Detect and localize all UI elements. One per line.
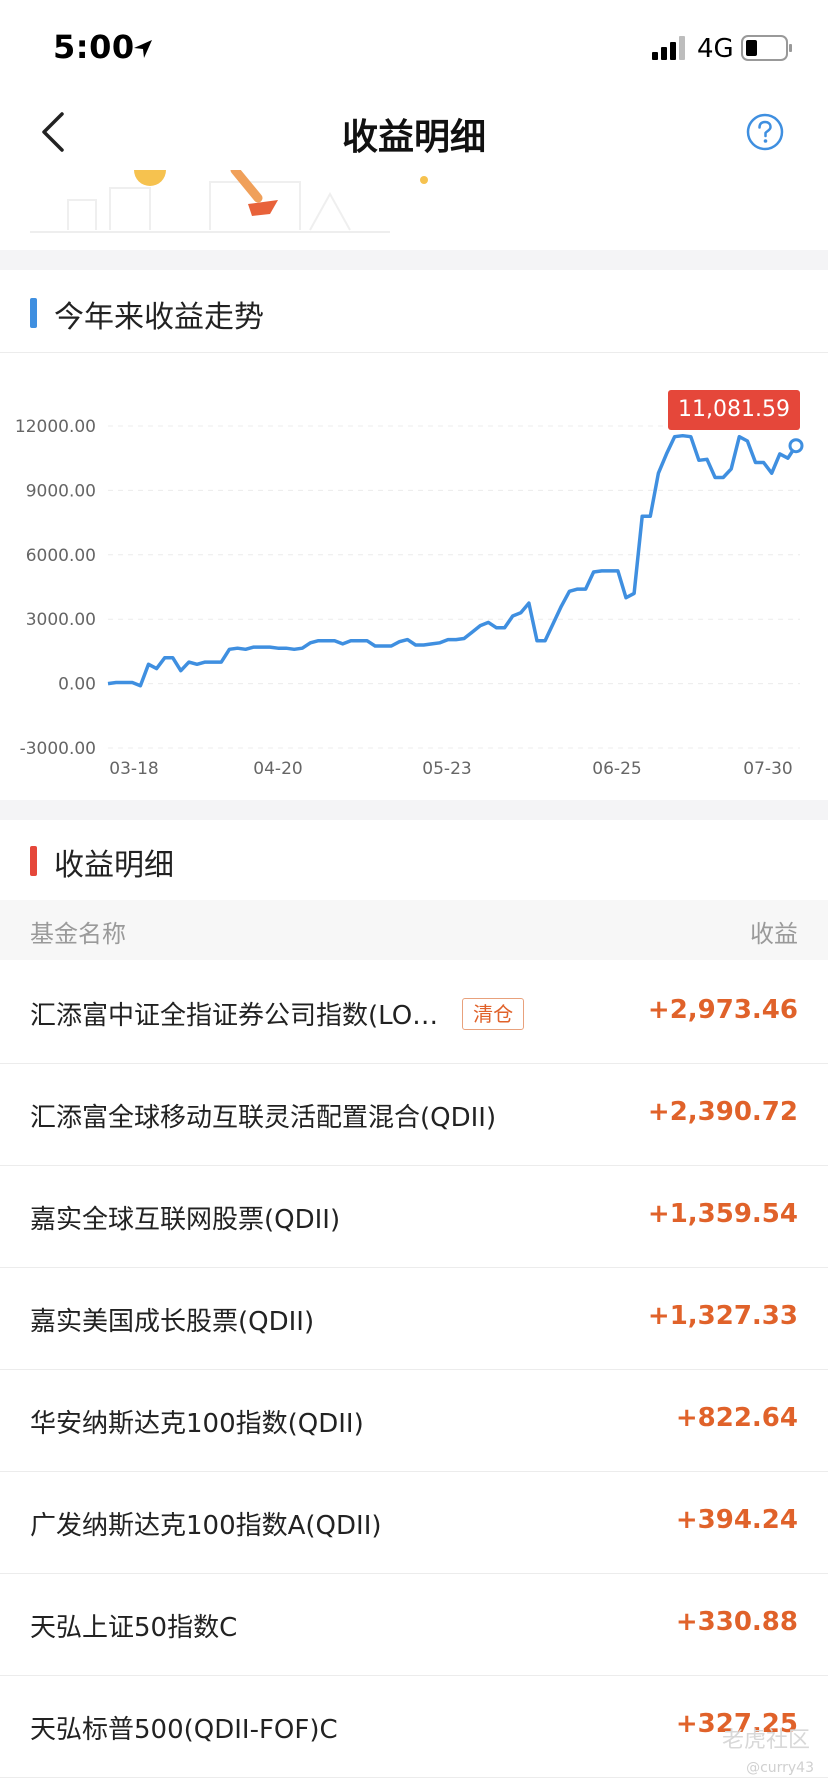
help-icon[interactable]: [745, 112, 785, 152]
fund-earnings: +822.64: [675, 1403, 798, 1433]
x-tick-label: 03-18: [109, 759, 158, 779]
fund-name-text: 汇添富中证全指证券公司指数(LO…: [30, 1001, 439, 1031]
y-tick-label: 6000.00: [26, 546, 96, 566]
y-tick-label: -3000.00: [20, 739, 96, 759]
trend-section-header: 今年来收益走势: [0, 272, 828, 352]
x-tick-label: 05-23: [422, 759, 471, 779]
x-tick-label: 06-25: [592, 759, 641, 779]
detail-section-title: 收益明细: [54, 848, 174, 883]
cellular-signal-icon: [652, 36, 685, 60]
x-tick-label: 07-30: [743, 759, 792, 779]
peak-value-badge: 11,081.59: [668, 390, 800, 430]
fund-name: 华安纳斯达克100指数(QDII): [30, 1409, 364, 1439]
battery-icon: [741, 35, 792, 61]
fund-row[interactable]: 华安纳斯达克100指数(QDII) +822.64: [0, 1370, 828, 1472]
section-accent-bar: [30, 298, 37, 328]
fund-earnings: +394.24: [675, 1505, 798, 1535]
banner-art: [30, 170, 428, 233]
section-gap: [0, 250, 828, 270]
fund-name: 汇添富中证全指证券公司指数(LO… 清仓: [30, 995, 525, 1032]
watermark-user: @curry43: [746, 1760, 814, 1776]
network-type: 4G: [697, 34, 734, 64]
fund-row[interactable]: 广发纳斯达克100指数A(QDII) +394.24: [0, 1472, 828, 1574]
cleared-tag: 清仓: [462, 998, 525, 1030]
watermark-brand: 老虎社区: [721, 1728, 810, 1753]
fund-row[interactable]: 汇添富全球移动互联灵活配置混合(QDII) +2,390.72: [0, 1064, 828, 1166]
column-header-earnings: 收益: [750, 920, 798, 948]
fund-list: 汇添富中证全指证券公司指数(LO… 清仓 +2,973.46 汇添富全球移动互联灵…: [0, 962, 828, 1778]
fund-earnings: +1,359.54: [647, 1199, 798, 1229]
latest-point-marker: [788, 438, 804, 454]
y-tick-label: 9000.00: [26, 481, 96, 501]
fund-name: 嘉实美国成长股票(QDII): [30, 1307, 315, 1337]
fund-name: 汇添富全球移动互联灵活配置混合(QDII): [30, 1103, 497, 1133]
page-title: 收益明细: [341, 117, 486, 158]
status-bar: 5:00 4G: [0, 0, 828, 100]
fund-row[interactable]: 天弘标普500(QDII-FOF)C +327.25: [0, 1676, 828, 1778]
fund-earnings: +2,973.46: [647, 995, 798, 1025]
banner-illustration: [0, 170, 828, 250]
earnings-trend-chart[interactable]: 12000.00 9000.00 6000.00 3000.00 0.00 -3000.0…: [0, 356, 828, 796]
location-arrow-icon: [134, 40, 152, 58]
y-tick-label: 0.00: [58, 675, 96, 695]
fund-name: 嘉实全球互联网股票(QDII): [30, 1205, 341, 1235]
fund-earnings: +1,327.33: [647, 1301, 798, 1331]
earnings-series-line: [107, 433, 798, 688]
y-tick-label: 12000.00: [15, 417, 96, 437]
divider: [0, 352, 828, 353]
table-header: 基金名称 收益: [0, 900, 828, 960]
fund-row[interactable]: 天弘上证50指数C +330.88: [0, 1574, 828, 1676]
x-tick-label: 04-20: [253, 759, 302, 779]
fund-name: 天弘标普500(QDII-FOF)C: [30, 1715, 338, 1745]
section-accent-bar: [30, 846, 37, 876]
status-time: 5:00: [53, 28, 135, 66]
trend-section-title: 今年来收益走势: [54, 300, 264, 335]
fund-earnings: +330.88: [675, 1607, 798, 1637]
y-tick-label: 3000.00: [26, 610, 96, 630]
nav-bar: 收益明细: [0, 100, 828, 164]
fund-row[interactable]: 嘉实全球互联网股票(QDII) +1,359.54: [0, 1166, 828, 1268]
fund-earnings: +2,390.72: [647, 1097, 798, 1127]
column-header-fund-name: 基金名称: [30, 920, 126, 948]
fund-row[interactable]: 汇添富中证全指证券公司指数(LO… 清仓 +2,973.46: [0, 962, 828, 1064]
detail-section-header: 收益明细: [0, 820, 828, 900]
section-gap: [0, 800, 828, 820]
fund-row[interactable]: 嘉实美国成长股票(QDII) +1,327.33: [0, 1268, 828, 1370]
fund-name: 天弘上证50指数C: [30, 1613, 238, 1643]
fund-name: 广发纳斯达克100指数A(QDII): [30, 1511, 382, 1541]
